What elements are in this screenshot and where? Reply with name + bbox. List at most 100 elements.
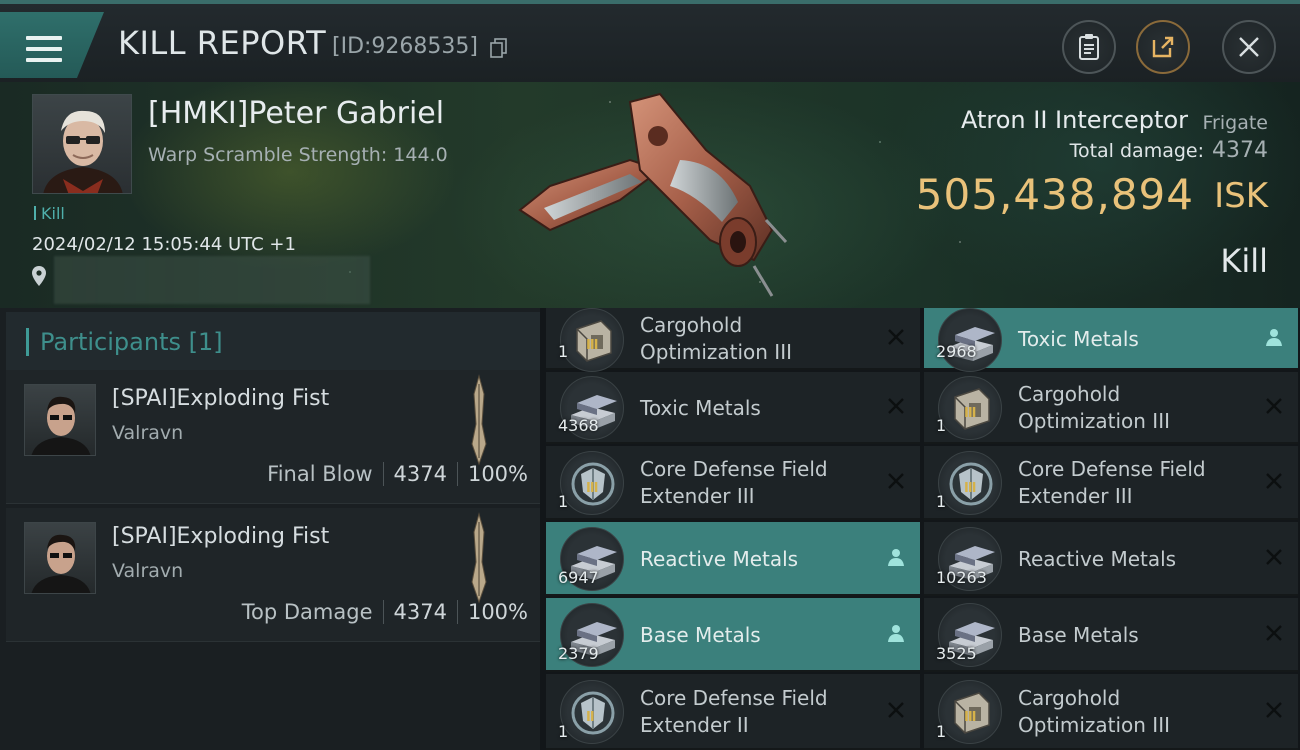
location-pin-icon: [32, 266, 46, 286]
item-quantity: 4368: [558, 416, 599, 435]
participant-stats: Top Damage 4374 100%: [242, 600, 528, 624]
item-name: Base Metals: [640, 622, 761, 647]
destroyed-icon: [1264, 700, 1284, 720]
item-name: Base Metals: [1018, 622, 1139, 647]
item-tile[interactable]: II 1 Core Defense Field Extender II: [546, 674, 920, 750]
participants-header[interactable]: Participants [1]: [6, 312, 540, 370]
item-quantity: 1: [936, 722, 947, 741]
page-title: KILL REPORT: [118, 24, 327, 62]
item-tile[interactable]: III 1 Cargohold Optimization III: [546, 308, 920, 372]
item-tier: III: [964, 481, 976, 496]
metal-ingot-icon: [938, 308, 1002, 372]
item-name: Reactive Metals: [1018, 546, 1177, 571]
victim-avatar[interactable]: [32, 94, 132, 194]
item-quantity: 1: [936, 416, 947, 435]
ship-class: Frigate: [1202, 112, 1268, 134]
total-damage-value: 4374: [1212, 138, 1268, 163]
destroyed-icon: [1264, 547, 1284, 567]
item-name: Cargohold Optimization III: [1018, 686, 1170, 737]
destroyed-icon: [1264, 471, 1284, 491]
item-name: Core Defense Field Extender II: [640, 686, 828, 737]
isk-value: 505,438,894: [915, 170, 1194, 219]
item-tile[interactable]: III 1 Cargohold Optimization III: [924, 674, 1298, 750]
participant-avatar[interactable]: [24, 522, 96, 594]
item-tile[interactable]: III 1 Core Defense Field Extender III: [546, 446, 920, 520]
item-tier: III: [964, 406, 976, 421]
item-name: Toxic Metals: [1018, 326, 1139, 351]
item-tile[interactable]: 10263 Reactive Metals: [924, 522, 1298, 596]
destroyed-icon: [886, 396, 906, 416]
item-quantity: 3525: [936, 644, 977, 663]
location-redacted[interactable]: [54, 256, 370, 304]
isk-label: ISK: [1214, 176, 1268, 216]
item-quantity: 10263: [936, 568, 987, 587]
kill-timestamp: 2024/02/12 15:05:44 UTC +1: [32, 234, 296, 255]
item-tile[interactable]: III 1 Core Defense Field Extender III: [924, 446, 1298, 520]
item-tile[interactable]: 2968 Toxic Metals: [924, 308, 1298, 372]
item-tier: III: [964, 710, 976, 725]
item-quantity: 1: [558, 722, 569, 741]
ship-image: [518, 92, 788, 297]
participant-ship: Valravn: [112, 422, 184, 444]
kill-type-tag: Kill: [34, 204, 65, 223]
hamburger-icon: [26, 36, 62, 66]
participant-role: Final Blow: [267, 462, 373, 486]
destroyed-icon: [1264, 396, 1284, 416]
copy-icon[interactable]: [490, 38, 508, 58]
participant-name[interactable]: [SPAI]Exploding Fist: [112, 386, 329, 411]
item-tile[interactable]: III 1 Cargohold Optimization III: [924, 372, 1298, 444]
item-tier: II: [586, 710, 595, 725]
ship-name[interactable]: Atron II Interceptor: [961, 106, 1188, 134]
item-tile[interactable]: 3525 Base Metals: [924, 598, 1298, 672]
participant-row[interactable]: [SPAI]Exploding Fist Valravn Top Damage …: [6, 508, 540, 642]
item-tile[interactable]: 2379 Base Metals: [546, 598, 920, 672]
valravn-ship-icon[interactable]: [466, 512, 492, 604]
participant-row[interactable]: [SPAI]Exploding Fist Valravn Final Blow …: [6, 370, 540, 504]
item-quantity: 1: [558, 342, 569, 361]
item-tier: III: [586, 481, 598, 496]
destroyed-icon: [886, 471, 906, 491]
participant-ship: Valravn: [112, 560, 184, 582]
participant-damage: 4374: [393, 600, 447, 624]
warp-scramble-strength: Warp Scramble Strength: 144.0: [148, 144, 448, 166]
close-button[interactable]: [1222, 20, 1276, 74]
participant-damage: 4374: [393, 462, 447, 486]
item-quantity: 1: [558, 492, 569, 511]
clipboard-icon: [1079, 34, 1099, 60]
dropped-icon: [886, 547, 906, 567]
item-name: Reactive Metals: [640, 546, 799, 571]
item-quantity: 2968: [936, 342, 977, 361]
item-name: Core Defense Field Extender III: [640, 457, 828, 508]
victim-name[interactable]: [HMKI]Peter Gabriel: [148, 96, 444, 131]
valravn-ship-icon[interactable]: [466, 374, 492, 466]
clipboard-button[interactable]: [1062, 20, 1116, 74]
item-tile[interactable]: 6947 Reactive Metals: [546, 522, 920, 596]
participant-name[interactable]: [SPAI]Exploding Fist: [112, 524, 329, 549]
participant-damage-percent: 100%: [467, 462, 528, 486]
item-quantity: 1: [936, 492, 947, 511]
participant-stats: Final Blow 4374 100%: [267, 462, 528, 486]
item-quantity: 2379: [558, 644, 599, 663]
menu-button[interactable]: [0, 12, 104, 78]
participant-role: Top Damage: [241, 600, 373, 624]
victim-summary: [HMKI]Peter Gabriel Warp Scramble Streng…: [0, 82, 1300, 308]
participants-title: Participants [1]: [40, 328, 223, 356]
share-icon: [1152, 36, 1174, 58]
dropped-icon: [886, 623, 906, 643]
close-icon: [1239, 37, 1259, 57]
item-name: Toxic Metals: [640, 395, 761, 420]
participant-avatar[interactable]: [24, 384, 96, 456]
item-name: Core Defense Field Extender III: [1018, 457, 1206, 508]
item-name: Cargohold Optimization III: [640, 313, 792, 364]
title-bar: KILL REPORT [ID:9268535]: [0, 0, 1300, 82]
item-tier: III: [586, 338, 598, 353]
destroyed-icon: [1264, 623, 1284, 643]
participant-damage-percent: 100%: [467, 600, 528, 624]
kill-result: Kill: [1220, 242, 1268, 280]
participants-panel: Participants [1] [SPAI]Exploding Fist Va…: [0, 308, 540, 750]
item-name: Cargohold Optimization III: [1018, 382, 1170, 433]
item-tile[interactable]: 4368 Toxic Metals: [546, 372, 920, 444]
total-damage-label: Total damage:: [1069, 140, 1204, 162]
share-button[interactable]: [1136, 20, 1190, 74]
item-quantity: 6947: [558, 568, 599, 587]
